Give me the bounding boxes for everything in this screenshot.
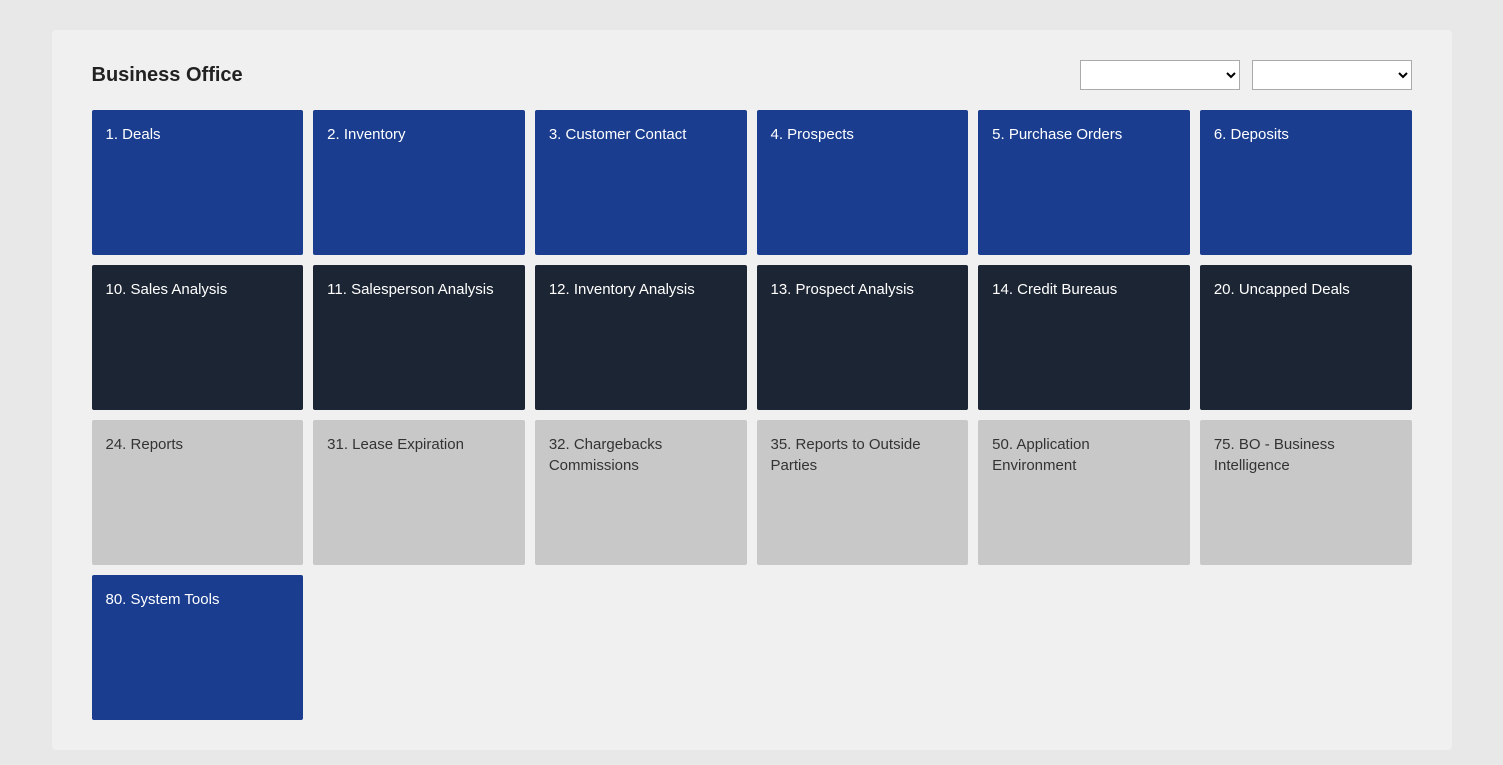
tile-35[interactable]: 35. Reports to Outside Parties [757,420,969,565]
tile-14[interactable]: 14. Credit Bureaus [978,265,1190,410]
tile-5[interactable]: 5. Purchase Orders [978,110,1190,255]
tile-row-1: 10. Sales Analysis 11. Salesperson Analys… [92,265,1412,410]
tile-13[interactable]: 13. Prospect Analysis [757,265,969,410]
header: Business Office [92,60,1412,90]
tile-75-label: 75. BO - Business Intelligence [1214,434,1398,476]
tile-80-label: 80. System Tools [106,589,220,610]
tile-4[interactable]: 4. Prospects [757,110,969,255]
page-title: Business Office [92,64,243,87]
tile-10[interactable]: 10. Sales Analysis [92,265,304,410]
tile-1[interactable]: 1. Deals [92,110,304,255]
header-select-2[interactable] [1252,60,1412,90]
tile-3[interactable]: 3. Customer Contact [535,110,747,255]
tile-2[interactable]: 2. Inventory [313,110,525,255]
tile-20-label: 20. Uncapped Deals [1214,279,1350,300]
tile-32[interactable]: 32. Chargebacks Commissions [535,420,747,565]
tile-1-label: 1. Deals [106,124,161,145]
tile-24[interactable]: 24. Reports [92,420,304,565]
tile-13-label: 13. Prospect Analysis [771,279,914,300]
tile-4-label: 4. Prospects [771,124,854,145]
tile-35-label: 35. Reports to Outside Parties [771,434,955,476]
tiles-grid: 1. Deals 2. Inventory 3. Customer Contact 4… [92,110,1412,720]
tile-12[interactable]: 12. Inventory Analysis [535,265,747,410]
tile-row-0: 1. Deals 2. Inventory 3. Customer Contact 4… [92,110,1412,255]
tile-12-label: 12. Inventory Analysis [549,279,695,300]
main-container: Business Office 1. Deals 2. Inventory 3. C… [52,30,1452,750]
tile-24-label: 24. Reports [106,434,184,455]
header-selects [1080,60,1412,90]
tile-11[interactable]: 11. Salesperson Analysis [313,265,525,410]
tile-10-label: 10. Sales Analysis [106,279,228,300]
tile-80[interactable]: 80. System Tools [92,575,304,720]
tile-31-label: 31. Lease Expiration [327,434,464,455]
tile-50[interactable]: 50. Application Environment [978,420,1190,565]
tile-50-label: 50. Application Environment [992,434,1176,476]
tile-row-bottom: 80. System Tools [92,575,1412,720]
header-select-1[interactable] [1080,60,1240,90]
tile-20[interactable]: 20. Uncapped Deals [1200,265,1412,410]
tile-3-label: 3. Customer Contact [549,124,687,145]
tile-31[interactable]: 31. Lease Expiration [313,420,525,565]
tile-6[interactable]: 6. Deposits [1200,110,1412,255]
tile-2-label: 2. Inventory [327,124,405,145]
tile-11-label: 11. Salesperson Analysis [327,279,494,300]
tile-75[interactable]: 75. BO - Business Intelligence [1200,420,1412,565]
tile-32-label: 32. Chargebacks Commissions [549,434,733,476]
tile-5-label: 5. Purchase Orders [992,124,1122,145]
tile-14-label: 14. Credit Bureaus [992,279,1117,300]
tile-6-label: 6. Deposits [1214,124,1289,145]
tile-row-2: 24. Reports 31. Lease Expiration 32. Charg… [92,420,1412,565]
